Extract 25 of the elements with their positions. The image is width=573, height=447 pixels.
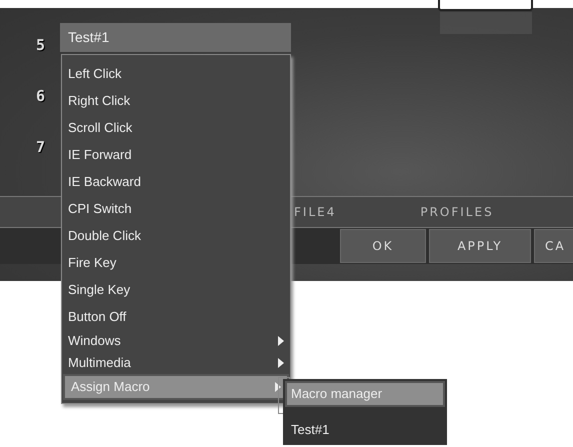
arrow-icon: [278, 336, 284, 346]
row-number: 5: [36, 36, 46, 54]
menu-item[interactable]: Left Click: [62, 60, 290, 87]
row-number: 7: [36, 138, 46, 156]
profile-tab[interactable]: FILE4: [294, 205, 336, 219]
dialog-button[interactable]: OK: [340, 229, 426, 263]
arrow-icon: [278, 358, 284, 368]
arrow-icon: [275, 382, 281, 392]
menu-item[interactable]: IE Forward: [62, 141, 290, 168]
menu-item[interactable]: Fire Key: [62, 249, 290, 276]
menu-item[interactable]: IE Backward: [62, 168, 290, 195]
menu-item[interactable]: Button Off: [62, 303, 290, 330]
menu-item[interactable]: CPI Switch: [62, 195, 290, 222]
dialog-button[interactable]: APPLY: [429, 229, 531, 263]
menu-item[interactable]: Double Click: [62, 222, 290, 249]
menu-item[interactable]: Windows: [62, 330, 290, 352]
row-number: 6: [36, 87, 46, 105]
menu-item[interactable]: Right Click: [62, 87, 290, 114]
dialog-button[interactable]: CA: [534, 229, 573, 263]
menu-item[interactable]: Scroll Click: [62, 114, 290, 141]
menu-item[interactable]: Single Key: [62, 276, 290, 303]
profile-tab[interactable]: PROFILES: [420, 205, 494, 219]
menu-item[interactable]: Multimedia: [62, 352, 290, 374]
menu-item[interactable]: Test#1: [285, 417, 445, 443]
action-dropdown[interactable]: Test#1: [60, 23, 291, 52]
